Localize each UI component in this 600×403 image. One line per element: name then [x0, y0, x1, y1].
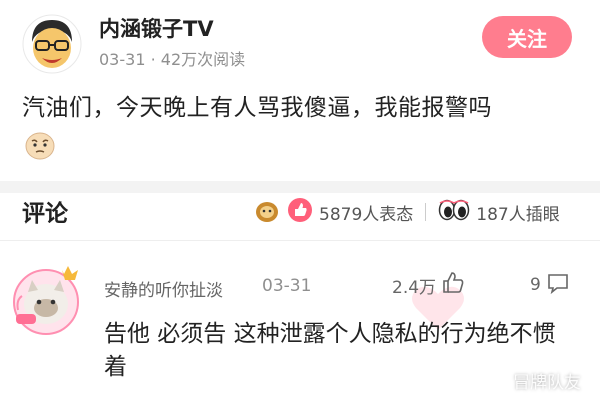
section-divider [0, 181, 600, 193]
reaction-summary[interactable]: 5879人表态 187人插眼 [253, 196, 560, 228]
sticker-face-icon [24, 131, 56, 161]
meta-separator: · [150, 50, 156, 69]
post-date: 03-31 [99, 50, 146, 69]
thumbs-up-icon [440, 270, 466, 300]
reply-bubble-icon [545, 270, 571, 300]
comment-reply-button[interactable]: 9 [530, 270, 571, 300]
like-heart-icon [287, 197, 313, 227]
commenter-name[interactable]: 安静的听你扯淡 [104, 276, 223, 301]
comment-like-count: 2.4万 [392, 277, 437, 298]
comments-title: 评论 [22, 201, 68, 227]
comment-like-button[interactable]: 2.4万 [392, 270, 466, 300]
follow-button[interactable]: 关注 [482, 16, 572, 58]
view-count: 42万次阅读 [160, 50, 246, 69]
author-avatar[interactable] [22, 14, 82, 74]
comment-reply-count: 9 [530, 275, 541, 295]
reaction-separator [425, 203, 427, 221]
post-text: 汽油们，今天晚上有人骂我傻逼，我能报警吗 [22, 95, 492, 121]
header-divider [0, 240, 600, 241]
eyes-count: 187人插眼 [476, 204, 560, 225]
reactions-count: 5879人表态 [319, 204, 414, 225]
comment-text: 告他 必须告 这种泄露个人隐私的行为绝不惯着 [104, 321, 556, 380]
watermark-text: 冒牌队友 [513, 373, 581, 393]
author-name[interactable]: 内涵锻子TV [99, 13, 214, 43]
eyes-icon [438, 199, 470, 225]
post-meta: 03-31 · 42万次阅读 [99, 46, 245, 70]
comment-date: 03-31 [262, 276, 312, 296]
commenter-avatar[interactable] [10, 262, 86, 338]
fortune-cat-icon [253, 197, 281, 227]
